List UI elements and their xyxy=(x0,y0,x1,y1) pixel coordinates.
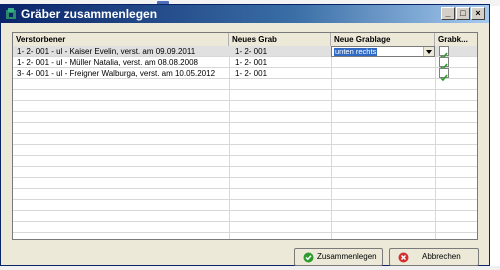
empty-row xyxy=(13,167,477,178)
empty-row xyxy=(13,178,477,189)
empty-row xyxy=(13,79,477,90)
cell-neues-grab: 1- 2- 001 xyxy=(235,47,268,56)
grablage-dropdown[interactable]: unten rechts xyxy=(331,46,435,57)
empty-row xyxy=(13,233,477,239)
merge-button[interactable]: Zusammenlegen xyxy=(294,248,383,266)
cell-verstorbener: 3- 4- 001 - ul - Freigner Walburga, vers… xyxy=(17,69,216,78)
cancel-icon xyxy=(398,252,409,263)
window-title: Gräber zusammenlegen xyxy=(21,7,158,21)
cell-verstorbener: 1- 2- 001 - ul - Kaiser Evelin, verst. a… xyxy=(17,47,196,56)
empty-row xyxy=(13,112,477,123)
maximize-button[interactable]: □ xyxy=(456,7,470,20)
empty-row xyxy=(13,145,477,156)
grabk-checkbox[interactable] xyxy=(439,57,449,71)
data-grid[interactable]: Verstorbener Neues Grab Neue Grablage Gr… xyxy=(12,32,478,240)
grabk-checkbox[interactable] xyxy=(439,68,449,82)
col-header-neue-grablage[interactable]: Neue Grablage xyxy=(331,33,435,46)
table-row[interactable]: 3- 4- 001 - ul - Freigner Walburga, vers… xyxy=(13,68,477,82)
dropdown-button[interactable] xyxy=(423,47,434,56)
app-icon xyxy=(6,8,16,19)
empty-row xyxy=(13,211,477,222)
grablage-selected-value: unten rechts xyxy=(334,47,378,56)
minimize-button[interactable]: _ xyxy=(441,7,455,20)
close-button[interactable]: × xyxy=(471,7,485,20)
dialog-window: Gräber zusammenlegen _ □ × Verstorbener … xyxy=(0,4,490,266)
empty-row xyxy=(13,123,477,134)
table-row[interactable]: 1- 2- 001 - ul - Müller Natalia, verst. … xyxy=(13,57,477,71)
grabk-checkbox[interactable] xyxy=(439,46,449,60)
empty-row xyxy=(13,222,477,233)
cell-grablage[interactable] xyxy=(331,57,435,68)
col-header-neues-grab[interactable]: Neues Grab xyxy=(229,33,331,46)
title-bar[interactable]: Gräber zusammenlegen _ □ × xyxy=(1,5,489,23)
cell-verstorbener: 1- 2- 001 - ul - Müller Natalia, verst. … xyxy=(17,58,198,67)
cell-neues-grab: 1- 2- 001 xyxy=(235,58,268,67)
grid-header: Verstorbener Neues Grab Neue Grablage Gr… xyxy=(13,33,477,47)
cell-neues-grab: 1- 2- 001 xyxy=(235,69,268,78)
cancel-button[interactable]: Abbrechen xyxy=(389,248,479,266)
cell-grablage[interactable] xyxy=(331,68,435,79)
col-header-grabk[interactable]: Grabk... xyxy=(435,33,477,46)
chevron-down-icon xyxy=(426,50,432,54)
empty-row xyxy=(13,134,477,145)
empty-row xyxy=(13,189,477,200)
empty-row xyxy=(13,101,477,112)
empty-row xyxy=(13,90,477,101)
merge-button-label: Zusammenlegen xyxy=(317,252,377,261)
col-header-verstorbener[interactable]: Verstorbener xyxy=(13,33,229,46)
check-circle-icon xyxy=(303,252,314,263)
table-row[interactable]: 1- 2- 001 - ul - Kaiser Evelin, verst. a… xyxy=(13,46,477,60)
cancel-button-label: Abbrechen xyxy=(422,252,461,261)
empty-row xyxy=(13,156,477,167)
empty-row xyxy=(13,200,477,211)
